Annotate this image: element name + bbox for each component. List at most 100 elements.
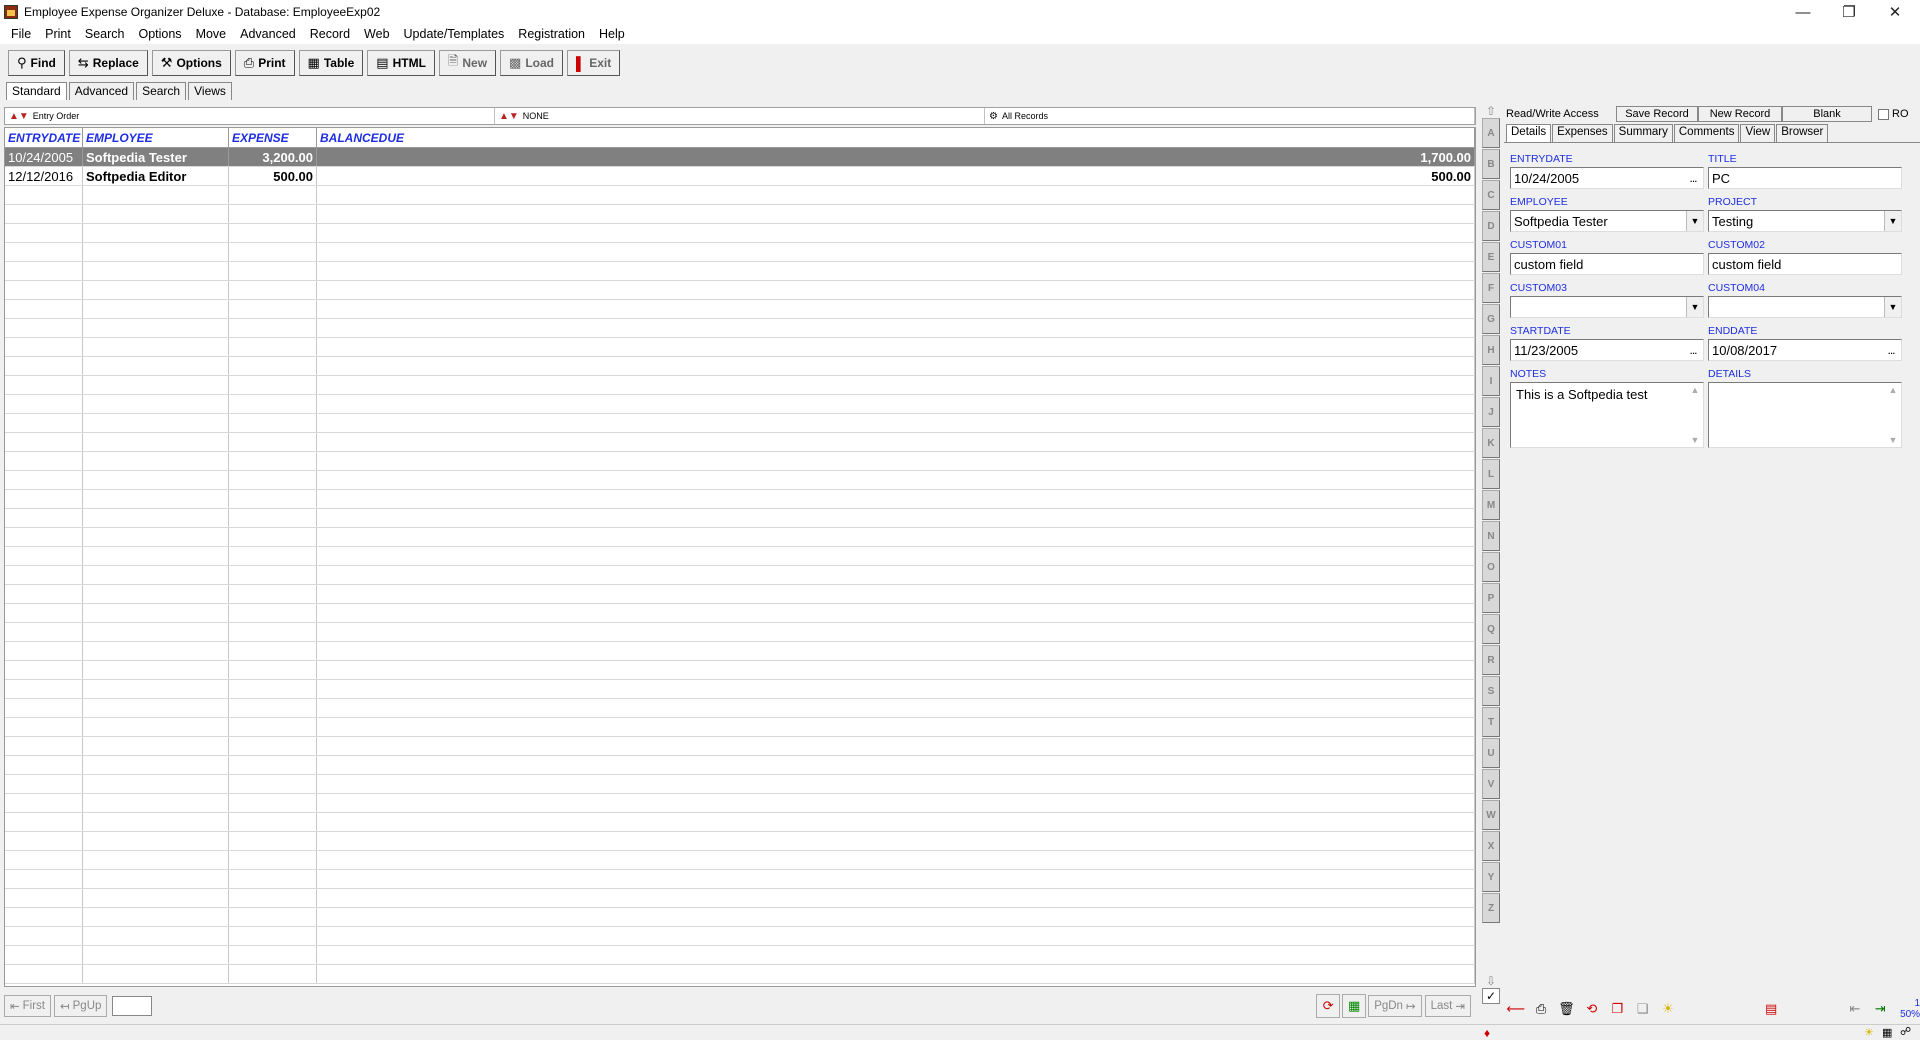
pgup-button[interactable]: ↤ PgUp xyxy=(54,995,108,1017)
alphabet-button[interactable]: J xyxy=(1482,397,1500,427)
entrydate-field[interactable]: 10/24/2005... xyxy=(1510,167,1704,189)
tab-views[interactable]: Views xyxy=(188,82,232,100)
report-icon[interactable]: ▤ xyxy=(1759,997,1783,1021)
table-row[interactable]: 10/24/2005 Softpedia Tester 3,200.00 1,7… xyxy=(5,148,1475,167)
details-textarea[interactable]: ▲ ▼ xyxy=(1708,382,1902,448)
alphabet-button[interactable]: B xyxy=(1482,149,1500,179)
menu-help[interactable]: Help xyxy=(592,27,632,41)
date-picker-icon[interactable]: ... xyxy=(1881,340,1901,360)
readonly-toggle[interactable]: RO xyxy=(1878,108,1909,120)
alphabet-button[interactable]: F xyxy=(1482,273,1500,303)
copy-record-icon[interactable]: ❐ xyxy=(1605,997,1629,1021)
alphabet-button[interactable]: P xyxy=(1482,583,1500,613)
tab-view[interactable]: View xyxy=(1740,124,1776,142)
alphabet-button[interactable]: T xyxy=(1482,707,1500,737)
alphabet-button[interactable]: R xyxy=(1482,645,1500,675)
column-header-expense[interactable]: EXPENSE xyxy=(229,128,317,147)
pgdn-button[interactable]: PgDn ↦ xyxy=(1368,995,1422,1017)
startdate-field[interactable]: 11/23/2005... xyxy=(1510,339,1704,361)
save-record-button[interactable]: Save Record xyxy=(1616,106,1698,122)
custom03-select[interactable]: ▼ xyxy=(1510,296,1704,318)
menu-file[interactable]: File xyxy=(4,27,38,41)
tab-browser[interactable]: Browser xyxy=(1776,124,1829,142)
menu-move[interactable]: Move xyxy=(189,27,234,41)
chevron-down-icon[interactable]: ▼ xyxy=(1884,297,1901,317)
title-field[interactable]: PC xyxy=(1708,167,1902,189)
check-icon[interactable]: ✓ xyxy=(1482,988,1500,1004)
menu-options[interactable]: Options xyxy=(131,27,188,41)
restore-button[interactable]: ❐ xyxy=(1826,0,1872,24)
scroll-up-icon[interactable]: ⇧ xyxy=(1482,104,1500,118)
alphabet-button[interactable]: C xyxy=(1482,180,1500,210)
replace-button[interactable]: ⇆ Replace xyxy=(68,50,148,76)
next-record-icon[interactable]: ⇥ xyxy=(1868,997,1893,1021)
tab-details[interactable]: Details xyxy=(1506,124,1552,142)
tab-advanced[interactable]: Advanced xyxy=(68,82,135,100)
new-button[interactable]: 🗎 New xyxy=(438,50,497,76)
project-select[interactable]: Testing ▼ xyxy=(1708,210,1902,232)
group-selector[interactable]: ▲▼ NONE xyxy=(495,108,985,124)
load-button[interactable]: ▩ Load xyxy=(500,50,564,76)
custom02-field[interactable]: custom field xyxy=(1708,253,1902,275)
records-filter-selector[interactable]: ⚙ All Records xyxy=(985,108,1475,124)
alphabet-button[interactable]: D xyxy=(1482,211,1500,241)
column-header-employee[interactable]: EMPLOYEE xyxy=(83,128,229,147)
enddate-field[interactable]: 10/08/2017... xyxy=(1708,339,1902,361)
alphabet-button[interactable]: K xyxy=(1482,428,1500,458)
custom04-select[interactable]: ▼ xyxy=(1708,296,1902,318)
date-picker-icon[interactable]: ... xyxy=(1683,340,1703,360)
alphabet-button[interactable]: H xyxy=(1482,335,1500,365)
paste-record-icon[interactable]: ❑ xyxy=(1630,997,1655,1021)
html-button[interactable]: ▤ HTML xyxy=(367,50,435,76)
chevron-down-icon[interactable]: ▼ xyxy=(1884,211,1901,231)
alphabet-button[interactable]: U xyxy=(1482,738,1500,768)
back-arrow-icon[interactable]: ⟵ xyxy=(1504,997,1528,1021)
alphabet-button[interactable]: Z xyxy=(1482,893,1500,923)
scroll-down-icon[interactable]: ⇩ xyxy=(1482,974,1500,988)
tab-search[interactable]: Search xyxy=(136,82,187,100)
goto-record-input[interactable] xyxy=(112,996,153,1016)
table-row[interactable]: 12/12/2016 Softpedia Editor 500.00 500.0… xyxy=(5,167,1475,186)
memo-scrollbar[interactable]: ▲ ▼ xyxy=(1688,385,1702,445)
blank-button[interactable]: Blank xyxy=(1782,106,1872,122)
table-button[interactable]: ▦ Table xyxy=(298,50,364,76)
alphabet-button[interactable]: Q xyxy=(1482,614,1500,644)
lightbulb-icon[interactable]: ☀ xyxy=(1656,997,1680,1021)
calculator-icon[interactable]: ▦ xyxy=(1342,994,1367,1018)
notes-textarea[interactable]: This is a Softpedia test ▲ ▼ xyxy=(1510,382,1704,448)
first-button[interactable]: ⇤ First xyxy=(4,995,51,1017)
close-button[interactable]: ✕ xyxy=(1872,0,1918,24)
alphabet-button[interactable]: Y xyxy=(1482,862,1500,892)
chevron-down-icon[interactable]: ▼ xyxy=(1686,211,1703,231)
date-picker-icon[interactable]: ... xyxy=(1683,168,1703,188)
previous-record-icon[interactable]: ⇤ xyxy=(1843,997,1867,1021)
tab-comments[interactable]: Comments xyxy=(1673,124,1740,142)
menu-update-templates[interactable]: Update/Templates xyxy=(397,27,512,41)
alphabet-button[interactable]: G xyxy=(1482,304,1500,334)
readonly-checkbox[interactable] xyxy=(1878,108,1889,120)
column-header-balancedue[interactable]: BALANCEDUE xyxy=(317,128,1475,147)
new-record-button[interactable]: New Record xyxy=(1698,106,1782,122)
alphabet-button[interactable]: E xyxy=(1482,242,1500,272)
minimize-button[interactable]: — xyxy=(1780,0,1826,24)
printer-icon[interactable]: ⎙ xyxy=(1529,997,1553,1021)
exit-button[interactable]: ▌ Exit xyxy=(567,50,621,76)
chevron-down-icon[interactable]: ▼ xyxy=(1686,297,1703,317)
tab-expenses[interactable]: Expenses xyxy=(1552,124,1613,142)
tab-standard[interactable]: Standard xyxy=(6,82,67,100)
menu-web[interactable]: Web xyxy=(357,27,396,41)
alphabet-button[interactable]: I xyxy=(1482,366,1500,396)
alphabet-button[interactable]: M xyxy=(1482,490,1500,520)
alphabet-button[interactable]: S xyxy=(1482,676,1500,706)
menu-registration[interactable]: Registration xyxy=(511,27,592,41)
alphabet-button[interactable]: A xyxy=(1482,118,1500,148)
alphabet-button[interactable]: X xyxy=(1482,831,1500,861)
alphabet-button[interactable]: N xyxy=(1482,521,1500,551)
menu-advanced[interactable]: Advanced xyxy=(233,27,303,41)
trash-icon[interactable]: 🗑 xyxy=(1554,997,1579,1021)
find-button[interactable]: ⚲ Find xyxy=(8,50,65,76)
undo-icon[interactable]: ⟲ xyxy=(1580,997,1604,1021)
options-button[interactable]: ⚒ Options xyxy=(151,50,231,76)
menu-record[interactable]: Record xyxy=(303,27,357,41)
memo-scrollbar[interactable]: ▲ ▼ xyxy=(1886,385,1900,445)
